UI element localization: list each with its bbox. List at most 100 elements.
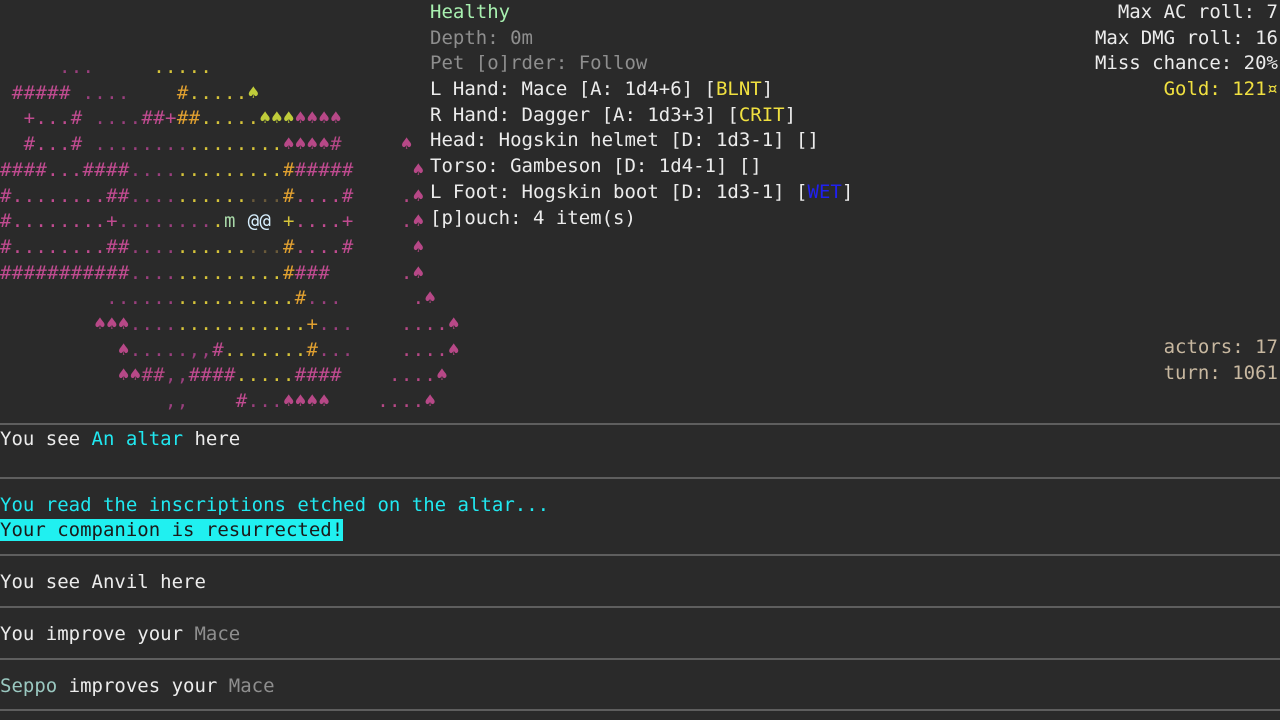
- map-tile: ......: [0, 287, 177, 310]
- map-tile: ...: [247, 184, 283, 207]
- wall-glyph: #: [282, 261, 295, 284]
- left-hand-tag: BLNT: [715, 78, 762, 101]
- map-tile: .....: [235, 364, 295, 387]
- head-slot[interactable]: Head: Hogskin helmet [D: 1d3-1] []: [430, 128, 990, 154]
- map-tile: .: [212, 210, 224, 233]
- tree-glyph: ....♠: [341, 364, 448, 387]
- pet-order-command[interactable]: Pet [o]rder: Follow: [430, 51, 990, 77]
- map-row: #........+.........m @@ +....+ .♠: [0, 208, 424, 234]
- companion-glyph: m: [224, 210, 236, 233]
- log-text: here: [183, 428, 241, 450]
- max-ac-roll: Max AC roll: 7: [1117, 1, 1278, 23]
- map-row: #........##.............#....# .♠: [0, 183, 424, 209]
- log-object: An altar: [91, 428, 184, 450]
- map-tile: ,,: [165, 364, 189, 387]
- map-tile: ........: [82, 133, 189, 156]
- map-tile: ....: [70, 81, 177, 104]
- map-tile: ....: [129, 235, 177, 258]
- map-tile: .........: [176, 261, 283, 284]
- right-hand-slot[interactable]: R Hand: Dagger [A: 1d3+3] [CRIT]: [430, 103, 990, 129]
- wall-glyph: ###: [294, 261, 331, 284]
- wall-glyph: ####: [188, 364, 236, 387]
- map-tile: ........: [188, 133, 283, 156]
- log-text: You improve your: [0, 622, 195, 645]
- map-tile: .....,,: [129, 338, 213, 361]
- wall-glyph: #####: [294, 158, 354, 181]
- torso-slot[interactable]: Torso: Gambeson [D: 1d4-1] []: [430, 154, 990, 180]
- message-log[interactable]: You see An altar here You read the inscr…: [0, 423, 1280, 711]
- wall-glyph: #........##: [0, 184, 130, 207]
- ascii-map[interactable]: ... ..... ##### .... #.....♠ +...# ....#…: [0, 54, 459, 414]
- tree-glyph: ♠♠♠♠#: [282, 133, 342, 156]
- map-tile: ..........: [176, 287, 295, 310]
- tree-glyph: ♠♠♠: [259, 107, 295, 130]
- wall-glyph: #: [294, 287, 307, 310]
- tree-glyph: ♠♠##: [0, 364, 166, 387]
- log-text: improves your: [57, 674, 229, 697]
- wall-glyph: #: [176, 81, 189, 104]
- map-row: +...# ....##+##.....♠♠♠♠♠♠♠: [0, 105, 342, 131]
- log-entry: Seppo improves your Mace: [0, 660, 1280, 710]
- log-line: You see An altar here: [0, 427, 1280, 453]
- turn-count: turn: 1061: [1163, 361, 1278, 384]
- map-tile: ....: [129, 158, 177, 181]
- map-tile: ...: [247, 235, 283, 258]
- map-tile: ...: [0, 56, 154, 78]
- log-divider: [0, 709, 1280, 711]
- log-line: Your companion is resurrected!: [0, 518, 1280, 544]
- map-tile: ......: [176, 235, 248, 258]
- map-row: ##### .... #.....♠: [0, 80, 259, 106]
- tree-glyph: .♠: [330, 261, 425, 284]
- miss-chance: Miss chance: 20%: [1094, 52, 1278, 75]
- map-tile: ....: [82, 107, 142, 130]
- map-row: ♠♠♠...............+... ....♠: [0, 311, 460, 337]
- map-row: ♠♠##,,####.....#### ....♠: [0, 362, 448, 388]
- map-row: ................#... .♠: [0, 285, 436, 311]
- wall-glyph: ####: [294, 364, 342, 387]
- log-text: You see: [0, 428, 92, 450]
- tree-glyph: ♠♠♠: [0, 313, 130, 335]
- left-hand-slot[interactable]: L Hand: Mace [A: 1d4+6] [BLNT]: [430, 77, 990, 103]
- max-dmg-roll: Max DMG roll: 16: [1094, 26, 1278, 49]
- map-tile: [236, 210, 248, 232]
- log-line: You see Anvil here: [0, 571, 206, 593]
- map-row: #........##.............#....# ♠: [0, 234, 424, 260]
- wall-glyph: #...#: [0, 133, 83, 156]
- map-tile: .....: [188, 81, 248, 104]
- tree-glyph: .♠: [341, 287, 437, 310]
- wall-glyph: #........+: [0, 210, 118, 233]
- log-line: You read the inscriptions etched on the …: [0, 493, 550, 516]
- left-foot-slot[interactable]: L Foot: Hogskin boot [D: 1d3-1] [WET]: [430, 180, 990, 206]
- left-hand-label: L Hand: Mace [A: 1d4+6] [: [430, 78, 716, 101]
- left-hand-close: ]: [761, 78, 774, 101]
- log-line: Seppo improves your Mace: [0, 674, 1280, 700]
- combat-stats: Max AC roll: 7 Max DMG roll: 16 Miss cha…: [1095, 0, 1278, 103]
- gold-count: Gold: 121¤: [1163, 78, 1278, 101]
- log-entry: You read the inscriptions etched on the …: [0, 479, 1280, 555]
- map-row: #...# ................♠♠♠♠# ♠: [0, 131, 413, 157]
- map-tile: ...........: [176, 313, 307, 335]
- tree-glyph: ♠♠♠♠: [282, 390, 331, 413]
- tree-glyph: ♠♠♠♠: [294, 107, 342, 130]
- map-tile: .........: [176, 158, 283, 181]
- wall-glyph: #: [212, 338, 225, 361]
- wall-glyph: #: [306, 338, 319, 361]
- map-tile: ,,: [0, 390, 189, 413]
- wall-glyph: #........##: [0, 235, 130, 258]
- map-tile: ...: [318, 338, 354, 361]
- map-tile: .....: [200, 107, 260, 130]
- map-tile: ...: [306, 287, 342, 310]
- pouch-command[interactable]: [p]ouch: 4 item(s): [430, 206, 990, 232]
- map-tile: ...: [318, 313, 354, 335]
- wall-glyph: +: [306, 313, 319, 335]
- map-tile: ......: [176, 184, 248, 207]
- map-row: ###########.............#### .♠: [0, 260, 424, 286]
- map-row: ... .....: [0, 54, 212, 80]
- left-foot-tag: WET: [807, 180, 842, 203]
- map-row: ,, #...♠♠♠♠ ....♠: [0, 388, 436, 414]
- log-item: Mace: [194, 622, 241, 645]
- map-row: ####...####.............###### ♠: [0, 157, 424, 183]
- wall-glyph: #: [282, 158, 295, 181]
- tree-glyph: ....♠: [330, 390, 437, 413]
- map-tile: ....: [129, 184, 177, 207]
